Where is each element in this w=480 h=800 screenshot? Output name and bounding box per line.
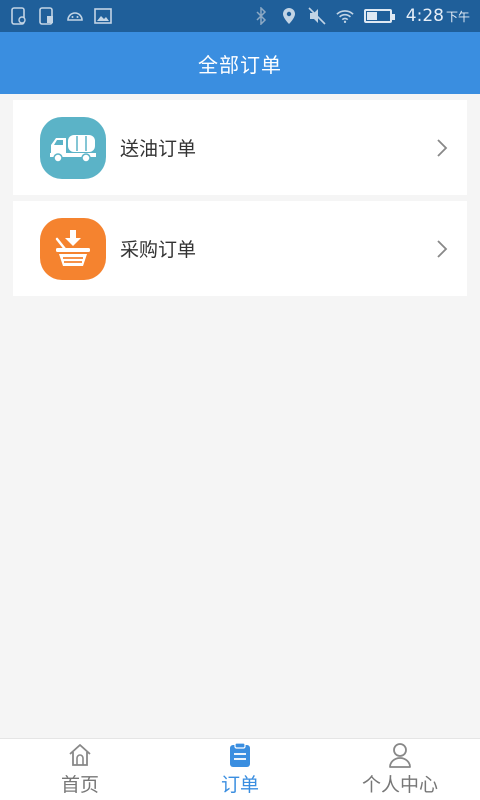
nav-profile[interactable]: 个人中心 — [320, 739, 480, 800]
home-icon — [67, 742, 93, 768]
android-icon — [66, 7, 84, 25]
user-icon — [387, 742, 413, 768]
status-ampm: 下午 — [445, 10, 470, 24]
battery-fill — [366, 12, 377, 20]
status-time-group: 4:28 下午 — [406, 6, 470, 26]
nav-profile-label: 个人中心 — [361, 774, 438, 796]
shopping-basket-icon — [40, 217, 106, 280]
image-icon — [94, 7, 112, 25]
status-bar-right: 4:28 下午 — [252, 6, 470, 26]
oil-delivery-order-item[interactable]: 送油订单 — [13, 100, 467, 195]
page-title: 全部订单 — [198, 52, 282, 77]
clipboard-icon — [227, 742, 253, 768]
bottom-nav: 首页 订单 个人中心 — [0, 738, 480, 800]
nav-home[interactable]: 首页 — [0, 739, 160, 800]
purchase-order-item[interactable]: 采购订单 — [13, 201, 467, 296]
oil-truck-icon — [40, 116, 106, 179]
mute-icon — [308, 7, 326, 25]
nav-orders-label: 订单 — [220, 774, 259, 796]
purchase-order-label: 采购订单 — [120, 239, 197, 261]
status-time: 4:28 — [405, 6, 444, 26]
status-bar-left — [10, 7, 112, 25]
location-icon — [280, 7, 298, 25]
nav-home-label: 首页 — [60, 774, 99, 796]
sim-icon — [10, 7, 28, 25]
bluetooth-icon — [252, 7, 270, 25]
sim-icon — [38, 7, 56, 25]
order-list: 送油订单 采购订单 — [13, 100, 467, 302]
nav-orders[interactable]: 订单 — [160, 739, 320, 800]
chevron-right-icon — [437, 239, 448, 258]
chevron-right-icon — [437, 138, 448, 157]
wifi-icon — [336, 7, 354, 25]
app-header: 全部订单 — [0, 32, 480, 94]
oil-delivery-order-label: 送油订单 — [120, 138, 197, 160]
battery-icon — [363, 9, 395, 23]
status-bar: 4:28 下午 — [0, 0, 480, 32]
